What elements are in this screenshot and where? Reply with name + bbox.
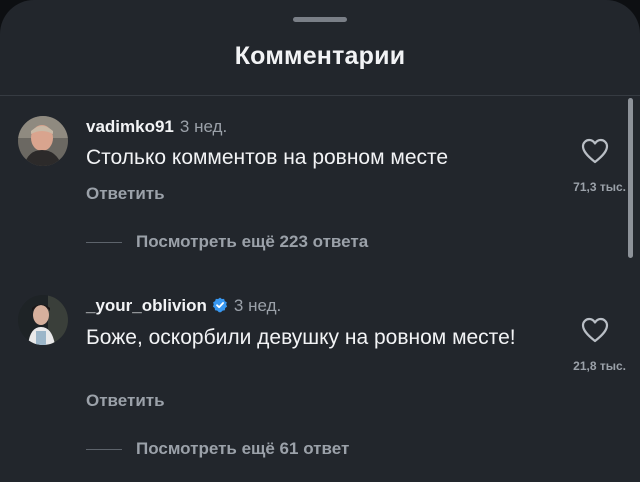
replies-line bbox=[86, 449, 122, 450]
view-replies-button[interactable]: Посмотреть ещё 61 ответ bbox=[136, 439, 349, 459]
like-count: 21,8 тыс. bbox=[573, 359, 626, 373]
scrollbar[interactable] bbox=[628, 98, 633, 258]
replies-line bbox=[86, 242, 122, 243]
view-replies-button[interactable]: Посмотреть ещё 223 ответа bbox=[136, 232, 368, 252]
reply-button[interactable]: Ответить bbox=[86, 184, 165, 204]
comment-time: 3 нед. bbox=[233, 296, 282, 315]
username[interactable]: vadimko91 bbox=[86, 117, 174, 136]
comment-text: Столько комментов на ровном месте bbox=[86, 146, 449, 169]
username[interactable]: _your_oblivion bbox=[86, 296, 207, 315]
heart-icon[interactable] bbox=[581, 138, 609, 164]
comment-meta: _your_oblivion 3 нед. bbox=[86, 296, 281, 316]
like-count: 71,3 тыс. bbox=[573, 180, 626, 194]
verified-badge-icon bbox=[212, 297, 228, 313]
comment-text: Боже, оскорбили девушку на ровном месте! bbox=[86, 326, 516, 349]
comments-sheet: Комментарии vadimko91 3 нед. Столько комм… bbox=[0, 0, 640, 482]
drag-handle[interactable] bbox=[293, 17, 347, 22]
comment-time: 3 нед. bbox=[179, 117, 228, 136]
sheet-title: Комментарии bbox=[234, 42, 406, 70]
reply-button[interactable]: Ответить bbox=[86, 391, 165, 411]
avatar[interactable] bbox=[18, 116, 68, 166]
avatar[interactable] bbox=[18, 295, 68, 345]
comment-meta: vadimko91 3 нед. bbox=[86, 117, 227, 137]
heart-icon[interactable] bbox=[581, 317, 609, 343]
header-divider bbox=[0, 95, 640, 96]
